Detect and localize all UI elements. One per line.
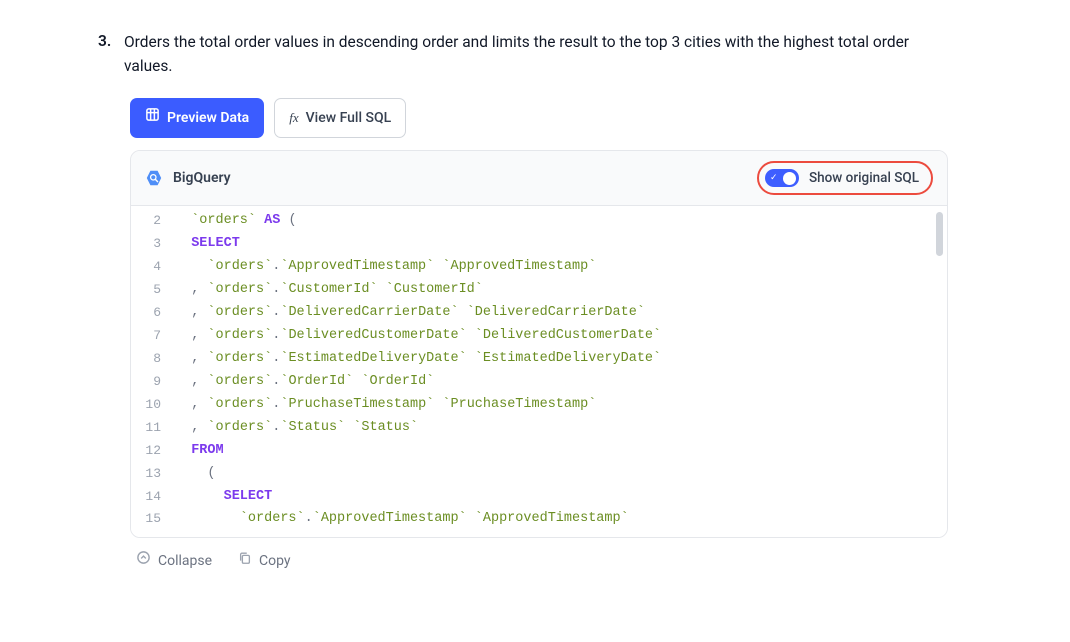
- code-line: 11 , `orders`.`Status` `Status`: [131, 417, 947, 440]
- line-number: 14: [131, 486, 175, 508]
- collapse-button[interactable]: Collapse: [136, 550, 212, 572]
- preview-grid-icon: [145, 107, 160, 129]
- toggle-handle: [783, 172, 796, 185]
- code-content: , `orders`.`CustomerId` `CustomerId`: [175, 279, 947, 302]
- collapse-icon: [136, 550, 151, 572]
- code-footer: Collapse Copy: [130, 538, 948, 584]
- code-line: 9 , `orders`.`OrderId` `OrderId`: [131, 371, 947, 394]
- code-line: 12 FROM: [131, 440, 947, 463]
- code-content: , `orders`.`DeliveredCustomerDate` `Deli…: [175, 325, 947, 348]
- code-line: 8 , `orders`.`EstimatedDeliveryDate` `Es…: [131, 348, 947, 371]
- show-original-sql-label: Show original SQL: [809, 168, 919, 188]
- code-header: BigQuery ✓ Show original SQL: [131, 151, 947, 206]
- code-line: 10 , `orders`.`PruchaseTimestamp` `Pruch…: [131, 394, 947, 417]
- code-line: 3 SELECT: [131, 233, 947, 256]
- code-content: `orders`.`ApprovedTimestamp` `ApprovedTi…: [175, 508, 947, 531]
- code-content: SELECT: [175, 486, 947, 509]
- line-number: 3: [131, 233, 175, 255]
- code-content: FROM: [175, 440, 947, 463]
- line-number: 2: [131, 210, 175, 232]
- line-number: 10: [131, 394, 175, 416]
- step-number: 3.: [98, 30, 116, 53]
- source-label: BigQuery: [173, 168, 231, 189]
- preview-data-label: Preview Data: [167, 108, 249, 129]
- step-text: Orders the total order values in descend…: [124, 30, 948, 78]
- code-content: SELECT: [175, 233, 947, 256]
- show-original-sql-group: ✓ Show original SQL: [757, 161, 933, 195]
- fx-icon: fx: [289, 108, 298, 128]
- line-number: 4: [131, 256, 175, 278]
- code-content: , `orders`.`EstimatedDeliveryDate` `Esti…: [175, 348, 947, 371]
- code-content: `orders` AS (: [175, 210, 947, 233]
- code-content: , `orders`.`DeliveredCarrierDate` `Deliv…: [175, 302, 947, 325]
- line-number: 6: [131, 302, 175, 324]
- collapse-label: Collapse: [158, 551, 212, 572]
- code-line: 6 , `orders`.`DeliveredCarrierDate` `Del…: [131, 302, 947, 325]
- code-body[interactable]: 2 `orders` AS (3 SELECT4 `orders`.`Appro…: [131, 206, 947, 537]
- code-line: 15 `orders`.`ApprovedTimestamp` `Approve…: [131, 508, 947, 531]
- bigquery-icon: [145, 169, 163, 187]
- preview-data-button[interactable]: Preview Data: [130, 98, 264, 138]
- view-full-sql-button[interactable]: fx View Full SQL: [274, 98, 406, 138]
- code-content: (: [175, 463, 947, 486]
- code-line: 7 , `orders`.`DeliveredCustomerDate` `De…: [131, 325, 947, 348]
- copy-button[interactable]: Copy: [238, 550, 291, 572]
- copy-label: Copy: [259, 551, 291, 572]
- copy-icon: [238, 551, 252, 572]
- line-number: 9: [131, 371, 175, 393]
- code-line: 14 SELECT: [131, 486, 947, 509]
- line-number: 15: [131, 508, 175, 530]
- code-line: 4 `orders`.`ApprovedTimestamp` `Approved…: [131, 256, 947, 279]
- view-full-sql-label: View Full SQL: [306, 108, 392, 129]
- line-number: 11: [131, 417, 175, 439]
- action-button-row: Preview Data fx View Full SQL: [130, 98, 948, 138]
- line-number: 13: [131, 463, 175, 485]
- code-content: , `orders`.`Status` `Status`: [175, 417, 947, 440]
- line-number: 12: [131, 440, 175, 462]
- code-line: 2 `orders` AS (: [131, 210, 947, 233]
- code-content: `orders`.`ApprovedTimestamp` `ApprovedTi…: [175, 256, 947, 279]
- show-original-sql-toggle[interactable]: ✓: [765, 169, 799, 187]
- code-card: BigQuery ✓ Show original SQL 2 `orders` …: [130, 150, 948, 538]
- step-description: 3. Orders the total order values in desc…: [98, 30, 948, 78]
- code-line: 13 (: [131, 463, 947, 486]
- scrollbar-thumb[interactable]: [936, 212, 943, 256]
- line-number: 8: [131, 348, 175, 370]
- code-line: 5 , `orders`.`CustomerId` `CustomerId`: [131, 279, 947, 302]
- line-number: 5: [131, 279, 175, 301]
- check-icon: ✓: [770, 174, 778, 183]
- code-content: , `orders`.`OrderId` `OrderId`: [175, 371, 947, 394]
- line-number: 7: [131, 325, 175, 347]
- code-content: , `orders`.`PruchaseTimestamp` `Pruchase…: [175, 394, 947, 417]
